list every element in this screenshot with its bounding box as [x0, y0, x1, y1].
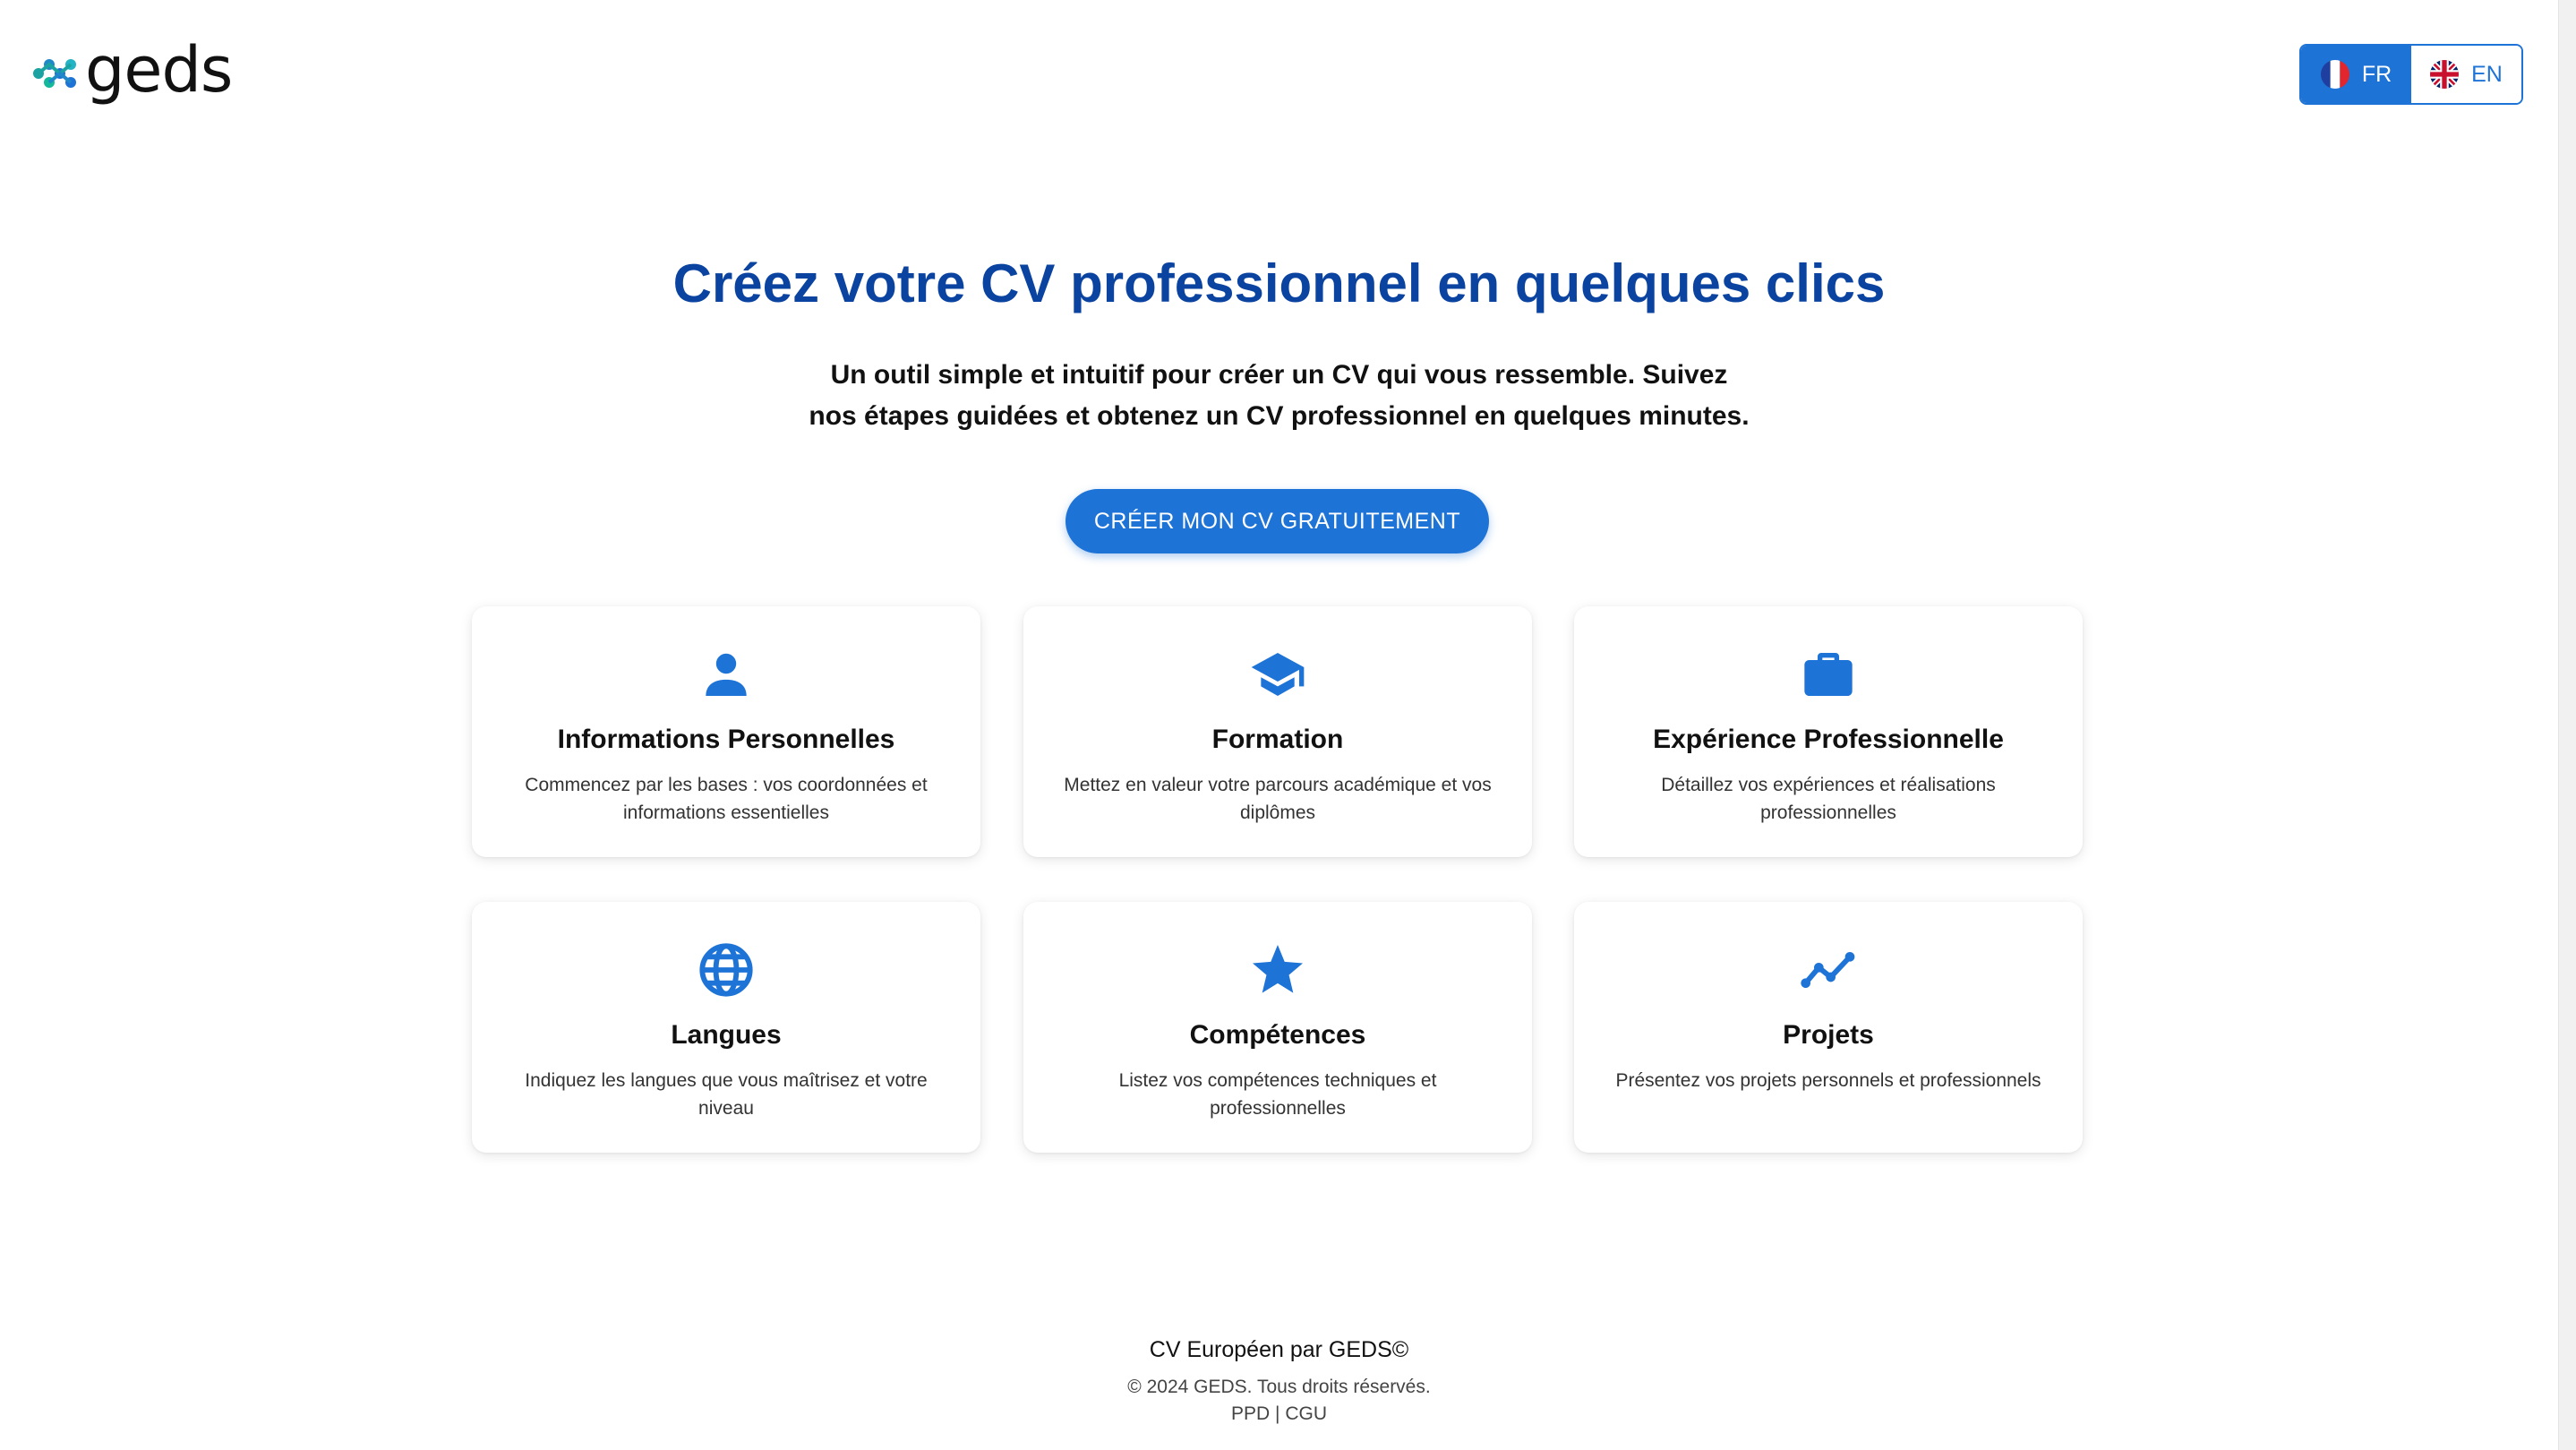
- briefcase-icon: [1574, 646, 2083, 705]
- create-cv-button[interactable]: CRÉER MON CV GRATUITEMENT: [1065, 489, 1489, 553]
- card-title: Projets: [1783, 1020, 1874, 1050]
- card-description: Détaillez vos expériences et réalisation…: [1661, 775, 1996, 823]
- vertical-scrollbar[interactable]: [2558, 0, 2576, 1450]
- star-icon: [1023, 941, 1532, 1000]
- card-title: Langues: [671, 1020, 782, 1050]
- hero-subtitle: Un outil simple et intuitif pour créer u…: [809, 360, 1750, 431]
- france-flag-icon: [2320, 60, 2349, 89]
- card-title: Informations Personnelles: [557, 725, 895, 754]
- language-en-button[interactable]: EN: [2411, 46, 2521, 103]
- person-icon: [472, 646, 980, 705]
- globe-icon: [472, 941, 980, 1000]
- uk-flag-icon: [2430, 60, 2460, 89]
- feature-card-experience[interactable]: Expérience Professionnelle Détaillez vos…: [1574, 606, 2083, 857]
- trend-line-icon: [1574, 941, 2083, 1000]
- card-title: Expérience Professionnelle: [1653, 725, 2004, 754]
- footer-links: PPD | CGU: [0, 1403, 2558, 1425]
- card-description: Présentez vos projets personnels et prof…: [1615, 1070, 2041, 1091]
- cgu-link[interactable]: CGU: [1285, 1403, 1327, 1424]
- footer-copyright: © 2024 GEDS. Tous droits réservés.: [1127, 1377, 1431, 1397]
- card-description: Mettez en valeur votre parcours académiq…: [1064, 775, 1492, 823]
- geds-logo-icon: [33, 59, 76, 88]
- language-fr-button[interactable]: FR: [2301, 46, 2411, 103]
- card-description: Listez vos compétences techniques et pro…: [1118, 1070, 1437, 1119]
- card-title: Formation: [1211, 725, 1344, 754]
- feature-card-formation[interactable]: Formation Mettez en valeur votre parcour…: [1023, 606, 1532, 857]
- card-title: Compétences: [1189, 1020, 1366, 1050]
- footer-brand: CV Européen par GEDS©: [1149, 1337, 1409, 1362]
- footer-separator: |: [1275, 1403, 1280, 1424]
- feature-card-personal-info[interactable]: Informations Personnelles Commencez par …: [472, 606, 980, 857]
- graduation-cap-icon: [1023, 646, 1532, 705]
- geds-logo[interactable]: geds: [30, 33, 233, 111]
- card-description: Indiquez les langues que vous maîtrisez …: [525, 1070, 928, 1119]
- header: geds FR EN: [0, 0, 2558, 143]
- feature-card-skills[interactable]: Compétences Listez vos compétences techn…: [1023, 902, 1532, 1153]
- page-title: Créez votre CV professionnel en quelques…: [672, 253, 1886, 313]
- card-description: Commencez par les bases : vos coordonnée…: [525, 775, 928, 823]
- language-switcher: FR EN: [2299, 44, 2523, 105]
- language-en-label: EN: [2471, 61, 2503, 87]
- logo-text: geds: [85, 33, 233, 107]
- feature-card-projects[interactable]: Projets Présentez vos projets personnels…: [1574, 902, 2083, 1153]
- language-fr-label: FR: [2361, 61, 2392, 87]
- feature-card-languages[interactable]: Langues Indiquez les langues que vous ma…: [472, 902, 980, 1153]
- ppd-link[interactable]: PPD: [1231, 1403, 1270, 1424]
